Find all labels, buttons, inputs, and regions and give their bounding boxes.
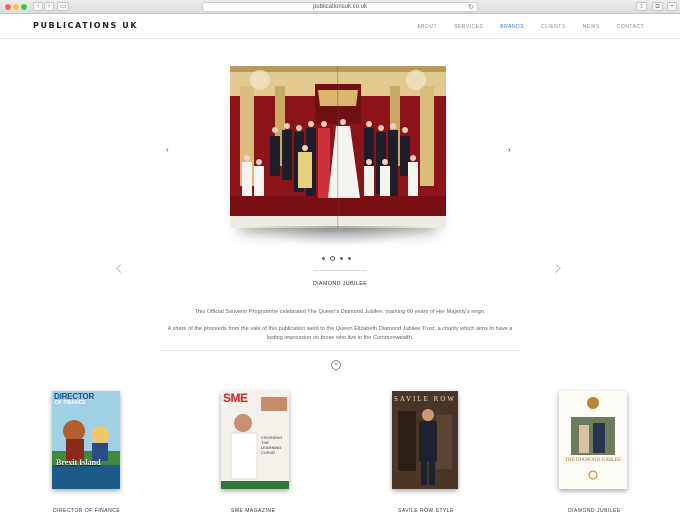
nav-brands[interactable]: BRANDS <box>500 24 524 30</box>
site-logo[interactable]: PUBLICATIONS UK <box>33 21 138 30</box>
slide-title: DIAMOND JUBILEE <box>312 281 368 287</box>
cover-label[interactable]: SME MAGAZINE <box>231 508 275 514</box>
close-icon[interactable]: ✕ <box>331 360 341 370</box>
slider-dot[interactable] <box>322 257 325 260</box>
cover-label[interactable]: DIRECTOR OF FINANCE <box>53 508 120 514</box>
slider-pagination <box>322 256 351 261</box>
cover-masthead-sub: OF FINANCE <box>55 400 86 406</box>
cover-director-of-finance[interactable]: DIRECTOR OF FINANCE Brexit Island <box>52 391 120 489</box>
cover-label[interactable]: SAVILE ROW STYLE <box>398 508 454 514</box>
tabs-icon[interactable]: ⧉ <box>652 2 663 11</box>
slide-prev-small-button[interactable]: ‹ <box>166 145 169 154</box>
nav-contact[interactable]: CONTACT <box>617 24 644 30</box>
new-tab-icon[interactable]: + <box>667 2 677 11</box>
slider-dot[interactable] <box>348 257 351 260</box>
cover-label[interactable]: DIAMOND JUBILEE <box>568 508 621 514</box>
nav-about[interactable]: ABOUT <box>417 24 437 30</box>
sidebar-icon[interactable]: ▭ <box>57 2 69 11</box>
slide-description: This Official Souvenir Programme celebra… <box>194 309 486 315</box>
chevron-left-icon[interactable]: ‹ <box>114 256 123 281</box>
cover-masthead: SAVILE ROW <box>393 395 457 403</box>
cover-sme[interactable]: SME CROSSING THE LEARNING CURVE <box>221 391 289 489</box>
slide-image <box>230 66 446 248</box>
url-text: publicationsuk.co.uk <box>312 4 368 10</box>
nav-news[interactable]: NEWS <box>583 24 600 30</box>
site-header: PUBLICATIONS UK ABOUT SERVICES BRANDS CL… <box>0 15 680 39</box>
cover-masthead: THE DIAMOND JUBILEE <box>564 458 622 463</box>
cover-headline: Brexit Island <box>56 458 101 467</box>
slider-dot[interactable] <box>340 257 343 260</box>
nav-clients[interactable]: CLIENTS <box>541 24 566 30</box>
address-bar[interactable]: publicationsuk.co.uk ↻ <box>202 2 478 12</box>
share-icon[interactable]: ⇪ <box>636 2 647 11</box>
browser-toolbar: ‹ › ▭ publicationsuk.co.uk ↻ ⇪ ⧉ + <box>0 0 680 14</box>
cover-savile-row[interactable]: SAVILE ROW <box>392 391 458 489</box>
slide-description-2: A share of the proceeds from the sale of… <box>167 326 513 341</box>
divider <box>314 270 366 271</box>
back-button[interactable]: ‹ <box>33 2 43 11</box>
slide-next-small-button[interactable]: › <box>508 145 511 154</box>
nav-services[interactable]: SERVICES <box>454 24 483 30</box>
cover-masthead: SME <box>223 391 248 405</box>
maximize-window-icon[interactable] <box>21 4 27 10</box>
minimize-window-icon[interactable] <box>13 4 19 10</box>
chevron-right-icon[interactable]: › <box>554 256 563 281</box>
forward-button[interactable]: › <box>44 2 54 11</box>
divider <box>160 350 520 351</box>
main-nav: ABOUT SERVICES BRANDS CLIENTS NEWS CONTA… <box>400 24 644 30</box>
cover-headline: CROSSING THE LEARNING CURVE <box>261 435 283 455</box>
cover-diamond-jubilee[interactable]: THE DIAMOND JUBILEE <box>559 391 627 489</box>
close-window-icon[interactable] <box>5 4 11 10</box>
reload-icon[interactable]: ↻ <box>468 3 474 12</box>
slider-dot-current[interactable] <box>330 256 335 261</box>
